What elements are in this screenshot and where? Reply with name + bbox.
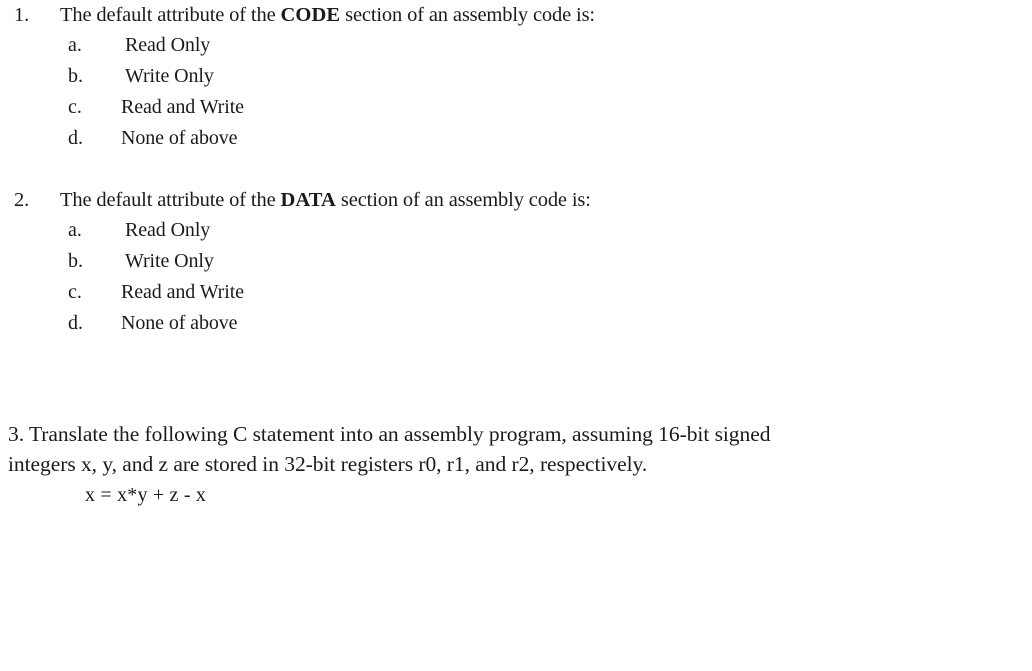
option-text: Read and Write xyxy=(121,281,244,303)
question-3-line-2: integers x, y, and z are stored in 32-bi… xyxy=(8,452,648,476)
question-1-option-c[interactable]: c. Read and Write xyxy=(0,92,1000,123)
option-text: Write Only xyxy=(125,65,214,87)
question-3-line-1: 3. Translate the following C statement i… xyxy=(8,422,771,446)
question-2-option-a[interactable]: a. Read Only xyxy=(0,215,1000,246)
option-text: Read and Write xyxy=(121,96,244,118)
question-1-stem-emphasis: CODE xyxy=(280,4,341,26)
question-1-option-d[interactable]: d. None of above xyxy=(0,123,1000,154)
option-letter: c. xyxy=(68,96,82,118)
option-letter: a. xyxy=(68,219,82,241)
question-2-stem: 2. The default attribute of the DATA sec… xyxy=(0,185,1000,215)
option-text: None of above xyxy=(121,312,238,334)
question-1-number: 1. xyxy=(14,4,30,26)
question-1-stem-text: The default attribute of the CODE sectio… xyxy=(60,0,595,30)
option-letter: c. xyxy=(68,281,82,303)
question-block-3: 3. Translate the following C statement i… xyxy=(0,419,1010,510)
option-text: Write Only xyxy=(125,250,214,272)
question-2-option-d[interactable]: d. None of above xyxy=(0,308,1000,339)
question-2-stem-before: The default attribute of the xyxy=(60,189,281,211)
question-3-formula: x = x*y + z - x xyxy=(85,484,207,506)
option-letter: b. xyxy=(68,65,83,87)
option-text: Read Only xyxy=(125,219,211,241)
option-letter: b. xyxy=(68,250,83,272)
option-text: Read Only xyxy=(125,34,211,56)
option-text: None of above xyxy=(121,127,238,149)
question-1-stem-before: The default attribute of the xyxy=(60,4,281,26)
question-2-option-b[interactable]: b. Write Only xyxy=(0,246,1000,277)
question-2-stem-text: The default attribute of the DATA sectio… xyxy=(60,185,591,215)
question-2-stem-after: section of an assembly code is: xyxy=(335,189,591,211)
option-letter: d. xyxy=(68,127,83,149)
option-letter: a. xyxy=(68,34,82,56)
question-1-option-a[interactable]: a. Read Only xyxy=(0,30,1000,61)
question-2-option-c[interactable]: c. Read and Write xyxy=(0,277,1000,308)
option-letter: d. xyxy=(68,312,83,334)
question-1-option-b[interactable]: b. Write Only xyxy=(0,61,1000,92)
document-page: 1. The default attribute of the CODE sec… xyxy=(0,0,1032,671)
question-block-2: 2. The default attribute of the DATA sec… xyxy=(0,185,1000,339)
question-1-stem-after: section of an assembly code is: xyxy=(340,4,595,26)
question-1-stem: 1. The default attribute of the CODE sec… xyxy=(0,0,1000,30)
question-2-number: 2. xyxy=(14,189,30,211)
question-2-stem-emphasis: DATA xyxy=(280,189,336,211)
question-block-1: 1. The default attribute of the CODE sec… xyxy=(0,0,1000,154)
